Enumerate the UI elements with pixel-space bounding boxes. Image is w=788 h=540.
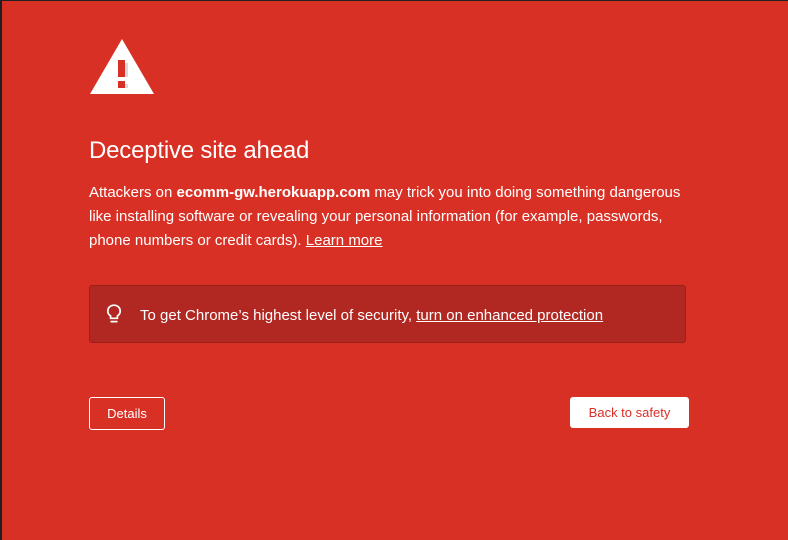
interstitial-page: Deceptive site ahead Attackers on ecomm-… xyxy=(2,1,788,540)
learn-more-link[interactable]: Learn more xyxy=(306,232,383,249)
back-to-safety-button[interactable]: Back to safety xyxy=(570,397,689,428)
page-title: Deceptive site ahead xyxy=(89,137,310,164)
enhanced-protection-link[interactable]: turn on enhanced protection xyxy=(416,307,603,324)
warning-triangle-icon xyxy=(90,39,154,94)
warning-description: Attackers on ecomm-gw.herokuapp.com may … xyxy=(89,181,689,253)
description-prefix: Attackers on xyxy=(89,184,177,201)
site-domain: ecomm-gw.herokuapp.com xyxy=(176,184,371,201)
lightbulb-icon xyxy=(106,304,122,323)
enhanced-protection-prefix: To get Chrome’s highest level of securit… xyxy=(140,307,417,324)
enhanced-protection-text: To get Chrome’s highest level of securit… xyxy=(140,306,603,326)
details-button[interactable]: Details xyxy=(89,397,165,430)
enhanced-protection-banner: To get Chrome’s highest level of securit… xyxy=(89,285,686,343)
